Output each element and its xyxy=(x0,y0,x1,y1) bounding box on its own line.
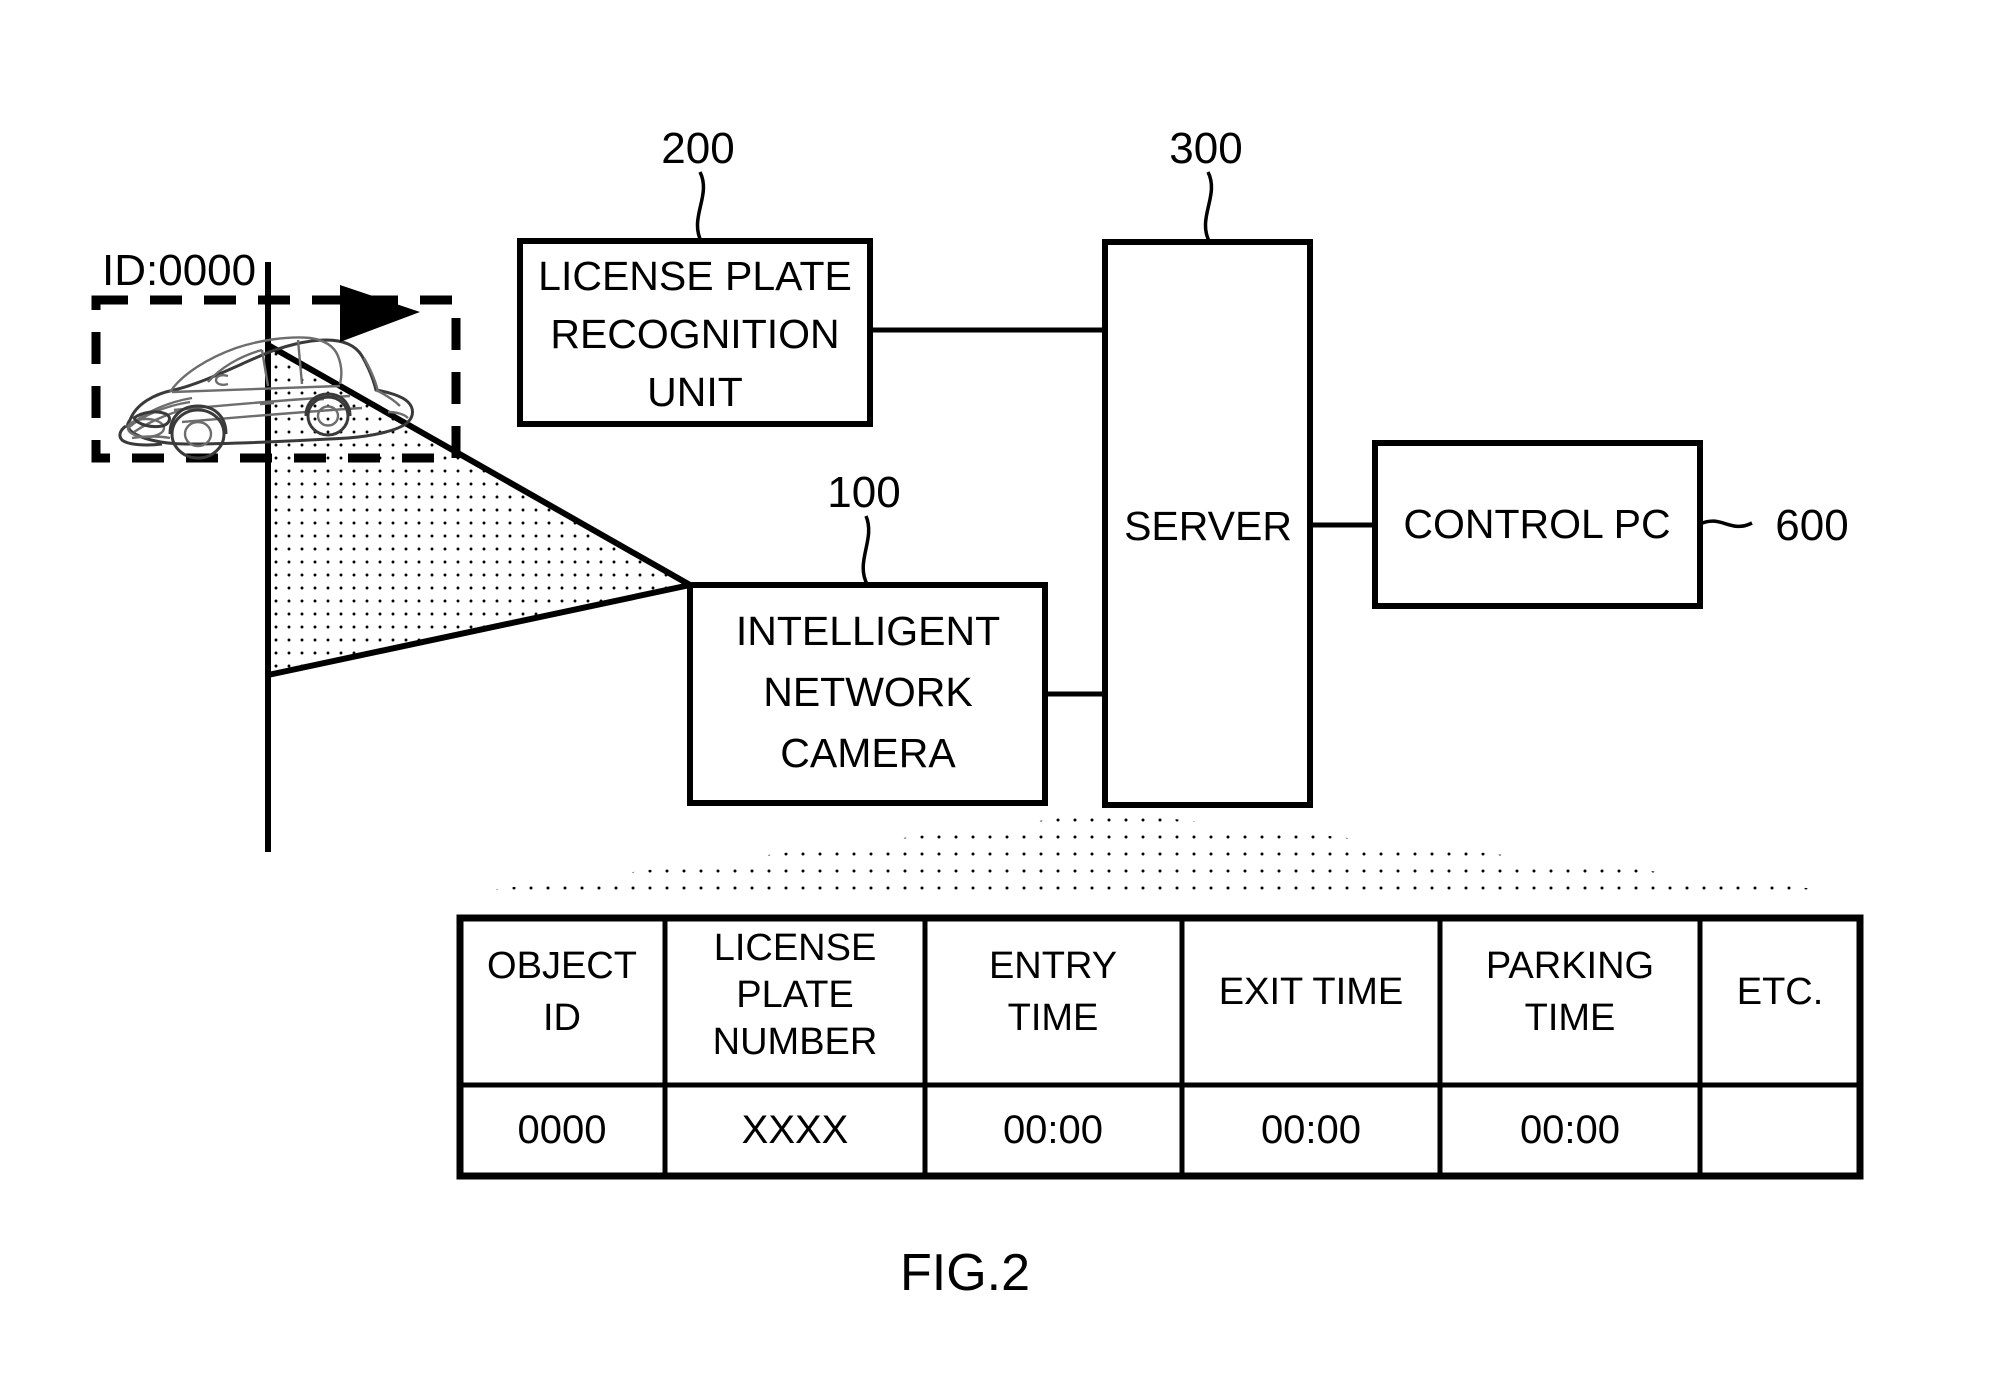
data-expansion-fan xyxy=(450,812,1870,895)
leader-line-600 xyxy=(1699,519,1753,529)
lpr-unit-label-line1: LICENSE PLATE xyxy=(538,253,852,299)
cell-parking-time: 00:00 xyxy=(1520,1108,1620,1152)
header-license-plate-line1: LICENSE xyxy=(714,927,877,969)
reference-numeral-300: 300 xyxy=(1169,124,1242,173)
leader-line-200 xyxy=(695,171,706,244)
object-record-table[interactable]: OBJECT ID LICENSE PLATE NUMBER ENTRY TIM… xyxy=(456,914,1864,1180)
reference-numeral-100: 100 xyxy=(827,468,900,517)
header-etc: ETC. xyxy=(1737,971,1824,1013)
header-license-plate-line3: NUMBER xyxy=(713,1021,878,1063)
cell-entry-time: 00:00 xyxy=(1003,1108,1103,1152)
license-plate-recognition-unit-block[interactable]: LICENSE PLATE RECOGNITION UNIT xyxy=(517,238,873,427)
header-license-plate-line2: PLATE xyxy=(736,974,854,1016)
intelligent-network-camera-block[interactable]: INTELLIGENT NETWORK CAMERA xyxy=(687,582,1048,806)
lpr-unit-label-line3: UNIT xyxy=(647,369,743,415)
cell-exit-time: 00:00 xyxy=(1261,1108,1361,1152)
vehicle-id-label: ID:0000 xyxy=(102,246,256,295)
header-exit-time: EXIT TIME xyxy=(1219,971,1403,1013)
camera-label-line1: INTELLIGENT xyxy=(736,608,1000,654)
reference-numeral-200: 200 xyxy=(661,124,734,173)
header-object-id-line2: ID xyxy=(543,997,581,1039)
patent-figure-diagram: ID:0000 LICENSE PLATE RECOGNITION UNIT 2… xyxy=(91,124,1870,1302)
control-pc-label: CONTROL PC xyxy=(1403,501,1670,547)
header-entry-time-line2: TIME xyxy=(1008,997,1099,1039)
control-pc-block[interactable]: CONTROL PC xyxy=(1372,440,1703,609)
figure-page: ID:0000 LICENSE PLATE RECOGNITION UNIT 2… xyxy=(0,0,2013,1393)
header-object-id-line1: OBJECT xyxy=(487,945,637,987)
server-label: SERVER xyxy=(1124,503,1292,549)
figure-caption: FIG.2 xyxy=(900,1244,1030,1302)
header-parking-time-line2: TIME xyxy=(1525,997,1616,1039)
leader-line-100 xyxy=(861,515,871,587)
lpr-unit-label-line2: RECOGNITION xyxy=(550,311,839,357)
cell-license-plate-number: XXXX xyxy=(742,1108,849,1152)
cell-object-id: 0000 xyxy=(518,1108,607,1152)
reference-numeral-600: 600 xyxy=(1775,501,1848,550)
server-block[interactable]: SERVER xyxy=(1102,239,1313,808)
camera-label-line3: CAMERA xyxy=(780,730,956,776)
header-parking-time-line1: PARKING xyxy=(1486,945,1654,987)
camera-label-line2: NETWORK xyxy=(763,669,973,715)
header-entry-time-line1: ENTRY xyxy=(989,945,1117,987)
recognition-arrow xyxy=(340,285,420,342)
leader-line-300 xyxy=(1203,171,1214,244)
